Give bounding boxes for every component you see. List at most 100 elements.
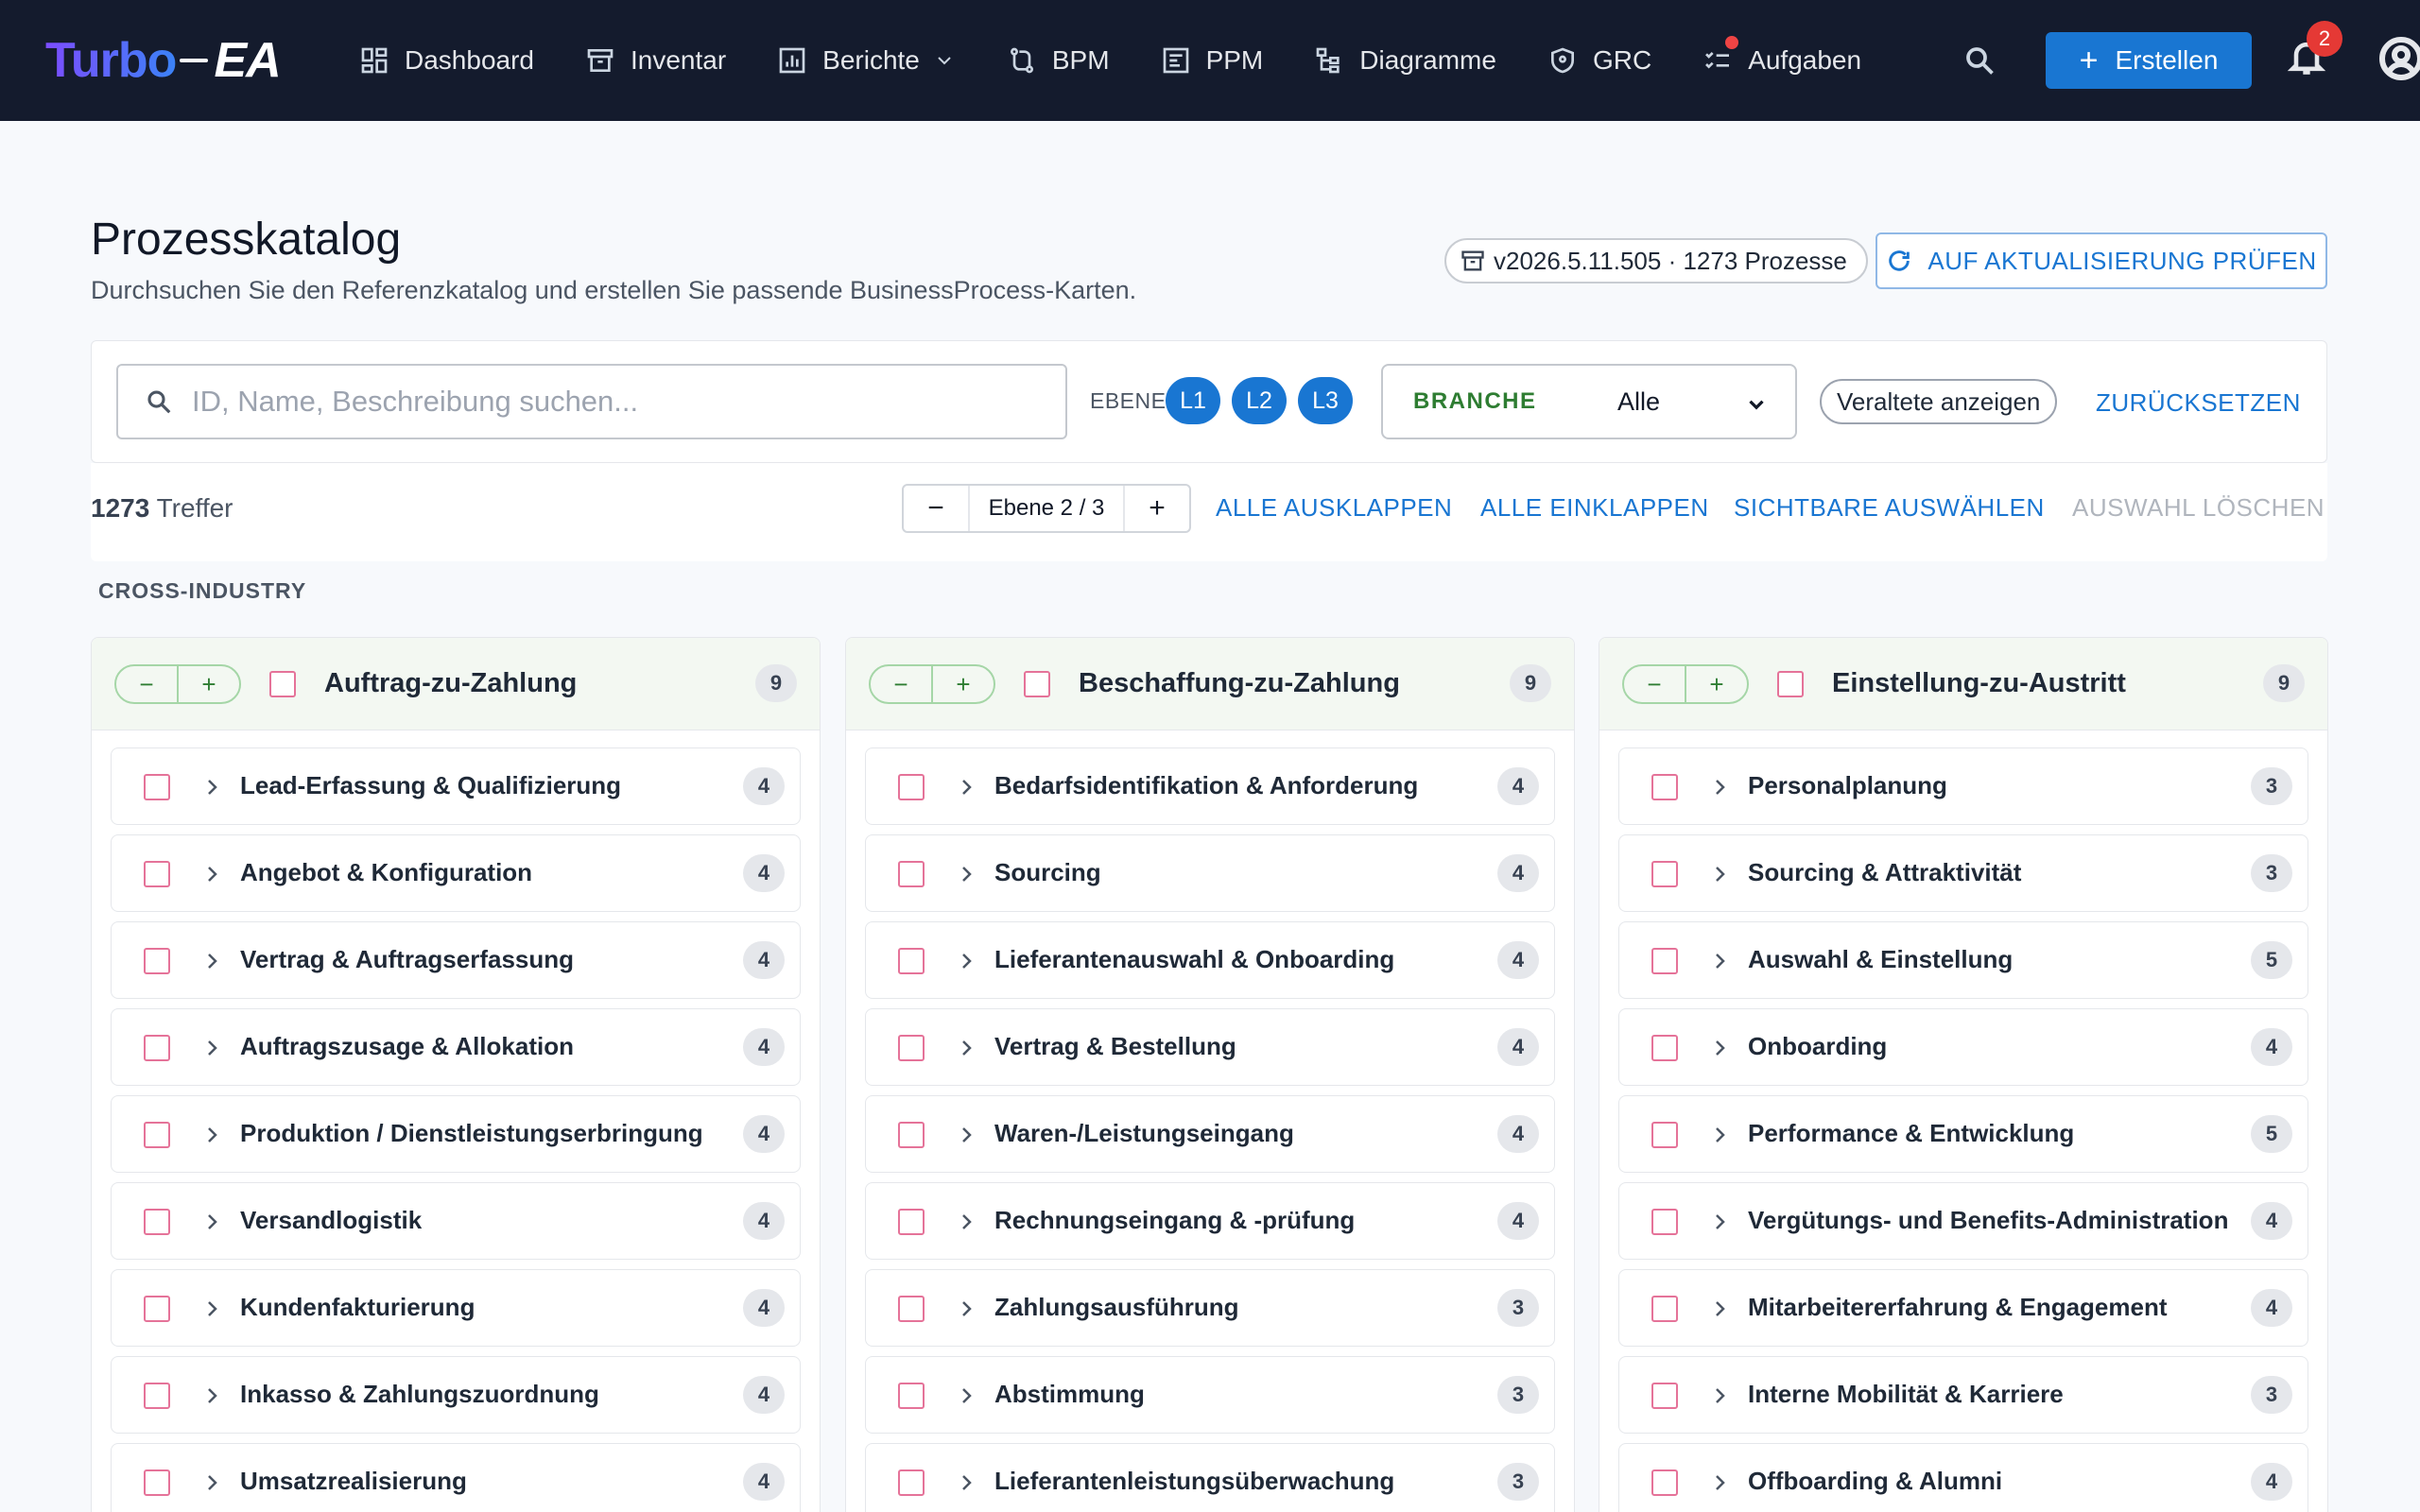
- catalog-search-input[interactable]: [192, 385, 1024, 419]
- process-checkbox[interactable]: [144, 861, 170, 887]
- chevron-right-icon[interactable]: [957, 1210, 977, 1234]
- process-row[interactable]: Sourcing 4: [865, 834, 1555, 912]
- column-collapse-button[interactable]: −: [871, 666, 933, 702]
- check-update-button[interactable]: AUF AKTUALISIERUNG PRÜFEN: [1876, 232, 2327, 289]
- column-expand-button[interactable]: +: [179, 666, 239, 702]
- app-logo[interactable]: Turbo EA: [45, 30, 282, 91]
- process-checkbox[interactable]: [144, 1122, 170, 1148]
- collapse-all-button[interactable]: ALLE EINKLAPPEN: [1480, 493, 1709, 523]
- notifications-button[interactable]: 2: [2286, 21, 2342, 83]
- clear-selection-button[interactable]: AUSWAHL LÖSCHEN: [2072, 493, 2325, 523]
- column-checkbox[interactable]: [269, 671, 296, 697]
- chevron-right-icon[interactable]: [1710, 862, 1731, 886]
- process-checkbox[interactable]: [144, 1296, 170, 1322]
- chevron-right-icon[interactable]: [1710, 1383, 1731, 1408]
- chevron-right-icon[interactable]: [957, 1383, 977, 1408]
- process-row[interactable]: Angebot & Konfiguration 4: [111, 834, 801, 912]
- nav-bpm[interactable]: BPM: [1007, 0, 1110, 121]
- nav-grc[interactable]: GRC: [1547, 0, 1651, 121]
- chevron-right-icon[interactable]: [202, 1297, 223, 1321]
- process-row[interactable]: Auswahl & Einstellung 5: [1618, 921, 2308, 999]
- process-checkbox[interactable]: [1651, 861, 1678, 887]
- process-row[interactable]: Produktion / Dienstleistungserbringung 4: [111, 1095, 801, 1173]
- chevron-right-icon[interactable]: [202, 1036, 223, 1060]
- depth-decrease-button[interactable]: −: [904, 486, 968, 531]
- show-outdated-chip[interactable]: Veraltete anzeigen: [1820, 379, 2058, 424]
- process-row[interactable]: Performance & Entwicklung 5: [1618, 1095, 2308, 1173]
- process-row[interactable]: Sourcing & Attraktivität 3: [1618, 834, 2308, 912]
- process-row[interactable]: Vertrag & Auftragserfassung 4: [111, 921, 801, 999]
- chevron-right-icon[interactable]: [202, 1123, 223, 1147]
- chevron-right-icon[interactable]: [957, 1036, 977, 1060]
- level-chip-l2[interactable]: L2: [1232, 377, 1287, 424]
- process-checkbox[interactable]: [1651, 1469, 1678, 1496]
- process-row[interactable]: Vergütungs- und Benefits-Administration 4: [1618, 1182, 2308, 1260]
- nav-aufgaben[interactable]: Aufgaben: [1703, 0, 1861, 121]
- column-collapse-button[interactable]: −: [1624, 666, 1686, 702]
- chevron-right-icon[interactable]: [202, 1470, 223, 1495]
- process-checkbox[interactable]: [898, 861, 925, 887]
- process-row[interactable]: Versandlogistik 4: [111, 1182, 801, 1260]
- chevron-right-icon[interactable]: [202, 1383, 223, 1408]
- account-button[interactable]: [2378, 36, 2420, 81]
- process-row[interactable]: Lieferantenauswahl & Onboarding 4: [865, 921, 1555, 999]
- process-checkbox[interactable]: [1651, 774, 1678, 800]
- expand-all-button[interactable]: ALLE AUSKLAPPEN: [1216, 493, 1452, 523]
- process-row[interactable]: Personalplanung 3: [1618, 747, 2308, 825]
- process-checkbox[interactable]: [898, 774, 925, 800]
- process-row[interactable]: Lead-Erfassung & Qualifizierung 4: [111, 747, 801, 825]
- process-checkbox[interactable]: [898, 1469, 925, 1496]
- chevron-right-icon[interactable]: [957, 1297, 977, 1321]
- process-checkbox[interactable]: [1651, 1122, 1678, 1148]
- select-visible-button[interactable]: SICHTBARE AUSWÄHLEN: [1734, 493, 2045, 523]
- process-row[interactable]: Inkasso & Zahlungszuordnung 4: [111, 1356, 801, 1434]
- branche-select[interactable]: BRANCHE Alle: [1381, 364, 1797, 439]
- chevron-right-icon[interactable]: [1710, 1036, 1731, 1060]
- process-row[interactable]: Lieferantenleistungsüberwachung 3: [865, 1443, 1555, 1512]
- column-collapse-button[interactable]: −: [116, 666, 179, 702]
- process-checkbox[interactable]: [1651, 948, 1678, 974]
- process-checkbox[interactable]: [898, 1383, 925, 1409]
- nav-ppm[interactable]: PPM: [1161, 0, 1263, 121]
- column-expand-button[interactable]: +: [933, 666, 994, 702]
- process-row[interactable]: Zahlungsausführung 3: [865, 1269, 1555, 1347]
- depth-increase-button[interactable]: +: [1125, 486, 1189, 531]
- process-row[interactable]: Waren-/Leistungseingang 4: [865, 1095, 1555, 1173]
- process-checkbox[interactable]: [144, 774, 170, 800]
- level-chip-l1[interactable]: L1: [1166, 377, 1220, 424]
- chevron-right-icon[interactable]: [1710, 1210, 1731, 1234]
- process-row[interactable]: Rechnungseingang & -prüfung 4: [865, 1182, 1555, 1260]
- process-checkbox[interactable]: [144, 1035, 170, 1061]
- chevron-right-icon[interactable]: [1710, 1470, 1731, 1495]
- chevron-right-icon[interactable]: [202, 775, 223, 799]
- process-row[interactable]: Bedarfsidentifikation & Anforderung 4: [865, 747, 1555, 825]
- process-checkbox[interactable]: [1651, 1035, 1678, 1061]
- chevron-right-icon[interactable]: [1710, 1297, 1731, 1321]
- process-checkbox[interactable]: [144, 1383, 170, 1409]
- chevron-right-icon[interactable]: [957, 775, 977, 799]
- process-row[interactable]: Mitarbeitererfahrung & Engagement 4: [1618, 1269, 2308, 1347]
- process-checkbox[interactable]: [144, 1209, 170, 1235]
- process-checkbox[interactable]: [898, 1035, 925, 1061]
- process-checkbox[interactable]: [1651, 1383, 1678, 1409]
- process-checkbox[interactable]: [898, 1122, 925, 1148]
- process-row[interactable]: Interne Mobilität & Karriere 3: [1618, 1356, 2308, 1434]
- process-checkbox[interactable]: [1651, 1209, 1678, 1235]
- chevron-right-icon[interactable]: [957, 1470, 977, 1495]
- chevron-right-icon[interactable]: [1710, 949, 1731, 973]
- chevron-right-icon[interactable]: [957, 949, 977, 973]
- chevron-right-icon[interactable]: [1710, 775, 1731, 799]
- nav-dashboard[interactable]: Dashboard: [359, 0, 534, 121]
- process-checkbox[interactable]: [144, 948, 170, 974]
- create-button[interactable]: + Erstellen: [2046, 32, 2252, 89]
- process-row[interactable]: Onboarding 4: [1618, 1008, 2308, 1086]
- chevron-right-icon[interactable]: [957, 1123, 977, 1147]
- process-row[interactable]: Offboarding & Alumni 4: [1618, 1443, 2308, 1512]
- nav-berichte[interactable]: Berichte: [777, 0, 956, 121]
- process-row[interactable]: Umsatzrealisierung 4: [111, 1443, 801, 1512]
- nav-diagramme[interactable]: Diagramme: [1314, 0, 1496, 121]
- chevron-right-icon[interactable]: [957, 862, 977, 886]
- process-checkbox[interactable]: [144, 1469, 170, 1496]
- process-row[interactable]: Abstimmung 3: [865, 1356, 1555, 1434]
- global-search-button[interactable]: [1957, 38, 2002, 83]
